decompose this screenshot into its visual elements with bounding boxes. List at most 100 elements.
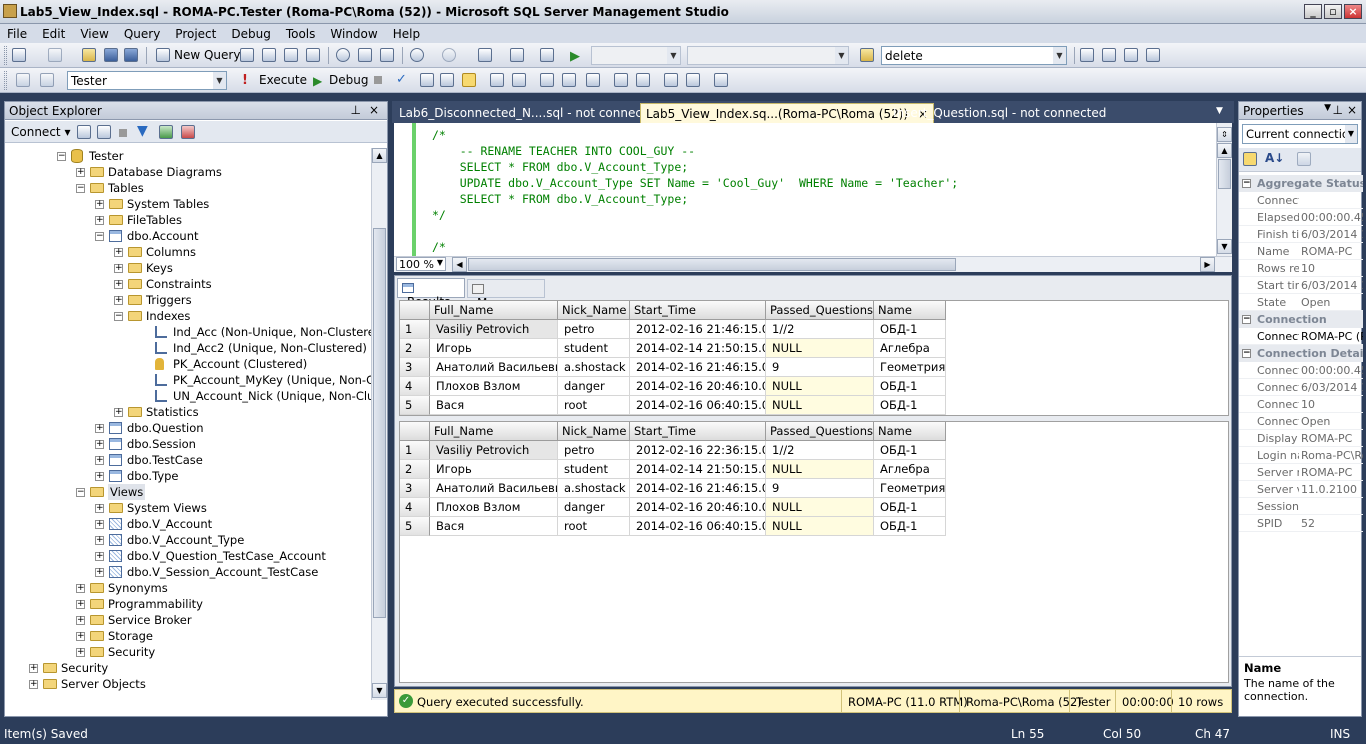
property-grid[interactable]: − Aggregate Status Connect Elapsed 00:00:00.…	[1239, 175, 1363, 645]
client-statistics-icon[interactable]	[562, 73, 576, 87]
save-icon[interactable]	[104, 48, 118, 62]
new-query-icon[interactable]	[156, 48, 170, 62]
specify-values-icon[interactable]	[586, 73, 600, 87]
parse-icon[interactable]: ✓	[396, 72, 407, 87]
disconnect-icon[interactable]	[97, 125, 111, 139]
grid-cell[interactable]: student	[558, 339, 630, 358]
dmx-query-icon[interactable]	[306, 48, 320, 62]
navigate-forward-icon[interactable]	[510, 48, 524, 62]
panel-menu-icon[interactable]: ▼	[1324, 103, 1331, 113]
property-row[interactable]: SPID 52	[1239, 515, 1363, 532]
row-number[interactable]: 4	[400, 498, 430, 517]
grid-cell[interactable]: NULL	[766, 517, 874, 536]
expand-icon[interactable]: +	[114, 280, 123, 289]
registered-servers-icon[interactable]	[1080, 48, 1094, 62]
tab-document-1[interactable]: Lab6_Disconnected_N....sql - not connect…	[394, 103, 673, 123]
grid-cell[interactable]: Vasiliy Petrovich	[430, 441, 558, 460]
expand-icon[interactable]: +	[95, 520, 104, 529]
tree-node[interactable]: PK_Account_MyKey (Unique, Non-Clustere	[5, 372, 371, 388]
execute-icon[interactable]: !	[242, 73, 248, 88]
tree-node[interactable]: + Columns	[5, 244, 371, 260]
object-explorer-icon[interactable]	[1102, 48, 1116, 62]
tab-document-3[interactable]: Insert_Question.sql - not connected	[888, 103, 1111, 123]
grid-cell[interactable]: petro	[558, 320, 630, 339]
property-row[interactable]: Connect 00:00:00.45	[1239, 362, 1363, 379]
property-row[interactable]: State Open	[1239, 294, 1363, 311]
scroll-up-icon[interactable]: ▲	[1217, 143, 1232, 158]
platform-combo[interactable]: ▼	[687, 46, 849, 65]
grid-cell[interactable]: a.shostack	[558, 358, 630, 377]
tree-node[interactable]: + Keys	[5, 260, 371, 276]
grid-cell[interactable]: 2014-02-16 06:40:15.000	[630, 517, 766, 536]
grid-cell[interactable]: danger	[558, 498, 630, 517]
connect-icon[interactable]	[16, 73, 30, 87]
tree-node[interactable]: PK_Account (Clustered)	[5, 356, 371, 372]
zoom-combo[interactable]: 100 % ▼	[396, 257, 446, 271]
property-row[interactable]: Server v 11.0.2100	[1239, 481, 1363, 498]
tree-node[interactable]: + dbo.Type	[5, 468, 371, 484]
results-grid-1[interactable]: Full_Name Nick_Name Start_Time Passed_Quest…	[399, 300, 1229, 416]
grid-cell[interactable]: Аглебра	[874, 460, 946, 479]
grid-cell[interactable]: danger	[558, 377, 630, 396]
property-row[interactable]: Display ROMA-PC	[1239, 430, 1363, 447]
tree-node[interactable]: − Indexes	[5, 308, 371, 324]
tree-node[interactable]: + dbo.V_Question_TestCase_Account	[5, 548, 371, 564]
collapse-icon[interactable]: −	[76, 184, 85, 193]
tree-node[interactable]: + dbo.Question	[5, 420, 371, 436]
expand-icon[interactable]: +	[114, 248, 123, 257]
available-databases-combo[interactable]: Tester ▼	[67, 71, 227, 90]
property-category[interactable]: − Aggregate Status	[1239, 175, 1363, 192]
tree-node[interactable]: + Synonyms	[5, 580, 371, 596]
row-number[interactable]: 2	[400, 460, 430, 479]
column-header[interactable]: Passed_Questions	[766, 301, 874, 320]
tree-node[interactable]: − Tables	[5, 180, 371, 196]
property-row[interactable]: Finish ti 6/03/2014 1	[1239, 226, 1363, 243]
tree-node[interactable]: + dbo.V_Account	[5, 516, 371, 532]
expand-icon[interactable]: +	[76, 168, 85, 177]
grid-cell[interactable]: 2014-02-14 21:50:15.000	[630, 339, 766, 358]
tree-node[interactable]: + Database Diagrams	[5, 164, 371, 180]
grid-cell[interactable]: Игорь	[430, 460, 558, 479]
tree-node[interactable]: + FileTables	[5, 212, 371, 228]
property-row[interactable]: Start tim6/03/2014 1	[1239, 277, 1363, 294]
grid-cell[interactable]: 9	[766, 358, 874, 377]
expand-icon[interactable]: +	[95, 456, 104, 465]
results-grid-2[interactable]: Full_Name Nick_Name Start_Time Passed_Quest…	[399, 421, 1229, 683]
grid-cell[interactable]: student	[558, 460, 630, 479]
collapse-icon[interactable]: −	[57, 152, 66, 161]
column-header[interactable]: Start_Time	[630, 422, 766, 441]
minimize-icon[interactable]: _	[1304, 4, 1322, 19]
grid-cell[interactable]: ОБД-1	[874, 377, 946, 396]
expand-icon[interactable]: +	[76, 648, 85, 657]
new-project-icon[interactable]	[12, 48, 26, 62]
solution-config-combo[interactable]: ▼	[591, 46, 681, 65]
paste-icon[interactable]	[380, 48, 394, 62]
grid-corner[interactable]	[400, 422, 430, 441]
expand-icon[interactable]: +	[29, 680, 38, 689]
tree-node[interactable]: + Storage	[5, 628, 371, 644]
tab-list-dropdown-icon[interactable]: ▼	[1216, 106, 1223, 116]
property-row[interactable]: Connect	[1239, 192, 1363, 209]
pin-icon[interactable]: ⊥	[1333, 103, 1343, 117]
tree-node[interactable]: − dbo.Account	[5, 228, 371, 244]
tree-node[interactable]: UN_Account_Nick (Unique, Non-Clustered)	[5, 388, 371, 404]
xmla-query-icon[interactable]	[284, 48, 298, 62]
expand-icon[interactable]: +	[76, 584, 85, 593]
row-number[interactable]: 1	[400, 320, 430, 339]
grid-cell[interactable]: NULL	[766, 396, 874, 415]
tab-messages[interactable]: Messages	[467, 279, 545, 310]
grid-cell[interactable]: 2014-02-16 21:46:15.000	[630, 479, 766, 498]
tree-node[interactable]: − Views	[5, 484, 371, 500]
alphabetical-icon[interactable]: A↓	[1265, 151, 1284, 165]
menu-query[interactable]: Query	[119, 27, 165, 41]
redo-icon[interactable]	[442, 48, 456, 62]
specify-template-icon[interactable]	[714, 73, 728, 87]
windows-icon[interactable]	[1146, 48, 1160, 62]
toolbar-grip[interactable]	[4, 46, 7, 65]
grid-cell[interactable]: root	[558, 396, 630, 415]
grid-cell[interactable]: Вася	[430, 396, 558, 415]
tree-node[interactable]: + Programmability	[5, 596, 371, 612]
find-combo[interactable]: delete ▼	[881, 46, 1067, 65]
scroll-right-icon[interactable]: ▶	[1200, 257, 1215, 272]
expand-icon[interactable]: +	[114, 296, 123, 305]
